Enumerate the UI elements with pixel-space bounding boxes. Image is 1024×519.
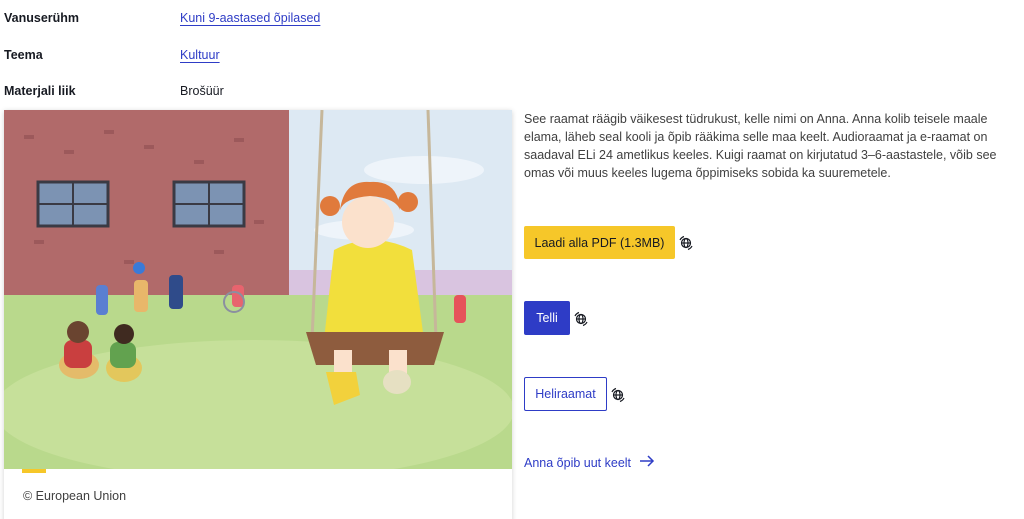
order-button[interactable]: Telli <box>524 301 570 335</box>
topic-link[interactable]: Kultuur <box>180 48 220 62</box>
audiobook-button[interactable]: Heliraamat <box>524 377 607 411</box>
metadata-label-topic: Teema <box>4 48 43 62</box>
translate-globe-icon[interactable] <box>573 311 589 327</box>
cover-illustration <box>4 110 512 469</box>
translate-globe-icon[interactable] <box>678 235 694 251</box>
metadata-label-material-type: Materjali liik <box>4 84 76 98</box>
more-link-label: Anna õpib uut keelt <box>524 455 632 470</box>
download-pdf-button[interactable]: Laadi alla PDF (1.3MB) <box>524 226 675 259</box>
arrow-right-icon <box>639 455 655 470</box>
card-accent-bar <box>22 469 46 473</box>
translate-globe-icon[interactable] <box>610 387 626 403</box>
anna-learns-language-link[interactable]: Anna õpib uut keelt <box>524 455 655 470</box>
publication-description: See raamat räägib väikesest tüdrukust, k… <box>524 112 997 180</box>
publication-card: © European Union <box>4 110 512 519</box>
age-group-link[interactable]: Kuni 9-aastased õpilased <box>180 11 320 25</box>
material-type-value: Brošüür <box>180 84 224 98</box>
image-copyright: © European Union <box>23 489 127 503</box>
metadata-label-age-group: Vanuserühm <box>4 11 80 25</box>
